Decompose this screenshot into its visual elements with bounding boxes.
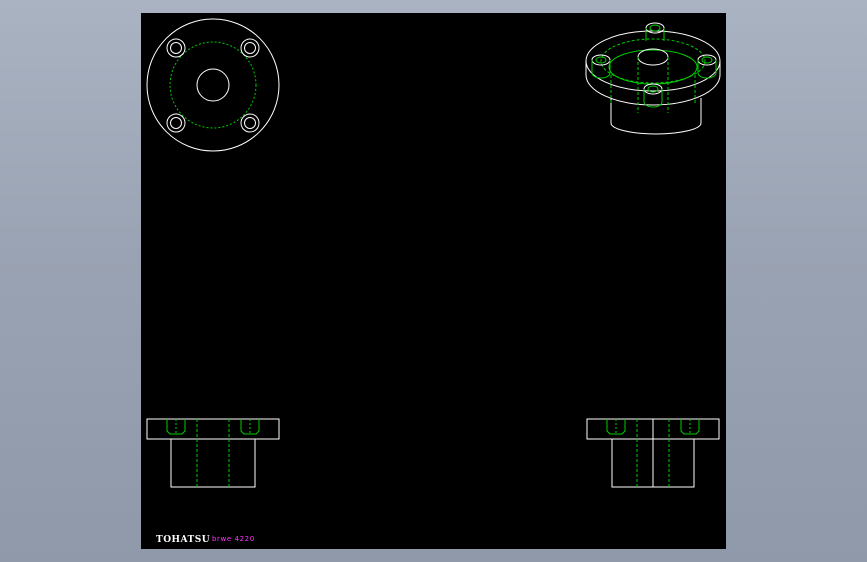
front-boss-rect xyxy=(170,438,256,488)
bolt-hole-ne xyxy=(240,38,260,58)
top-view xyxy=(146,18,280,152)
iso-bolt-hole-back xyxy=(645,22,665,41)
bore-circle xyxy=(196,68,230,102)
drawing-canvas[interactable]: TOHATSU brwe 4220 xyxy=(141,13,726,549)
bolt-hole-sw xyxy=(166,113,186,133)
iso-bore xyxy=(637,48,669,66)
bolt-hole-nw xyxy=(166,38,186,58)
boss-body xyxy=(610,98,702,135)
bolt-circle xyxy=(169,41,257,129)
iso-bolt-hole-front xyxy=(643,83,663,108)
flange-outer-circle xyxy=(146,18,280,152)
iso-bolt-hole-left xyxy=(591,54,611,79)
front-section-view xyxy=(146,418,280,488)
brand-label: TOHATSU xyxy=(156,535,211,545)
bolt-hole-se xyxy=(240,113,260,133)
cad-drawing xyxy=(146,18,721,488)
recess-ellipse xyxy=(608,49,698,85)
side-section-view xyxy=(586,418,720,488)
drawing-code-label: brwe 4220 xyxy=(212,535,255,543)
isometric-view xyxy=(585,22,721,135)
